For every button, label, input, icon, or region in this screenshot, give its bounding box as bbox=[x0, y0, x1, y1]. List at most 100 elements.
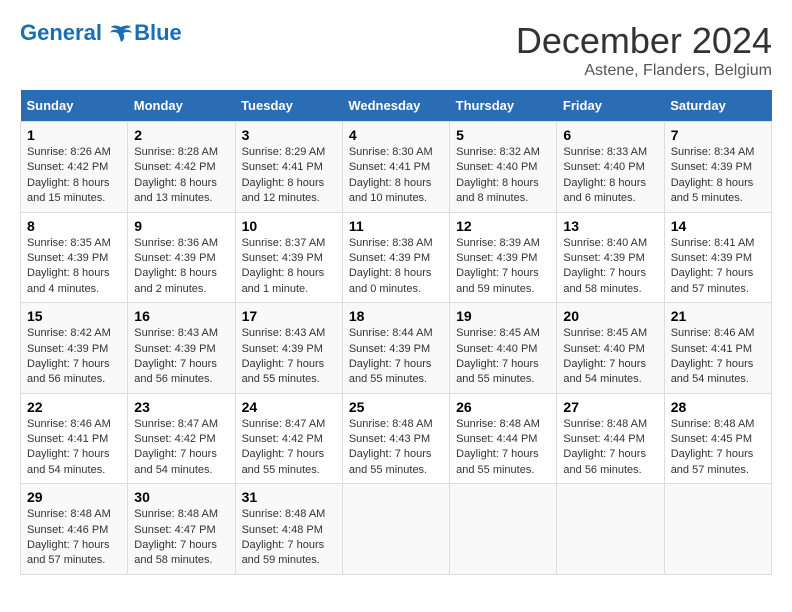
daylight-text: Daylight: 8 hours and 6 minutes. bbox=[563, 177, 646, 204]
sunset-text: Sunset: 4:41 PM bbox=[27, 433, 108, 445]
day-number: 2 bbox=[134, 127, 228, 143]
day-number: 31 bbox=[242, 489, 336, 505]
daylight-text: Daylight: 7 hours and 57 minutes. bbox=[671, 267, 754, 294]
calendar-cell: 29Sunrise: 8:48 AMSunset: 4:46 PMDayligh… bbox=[21, 484, 128, 575]
daylight-text: Daylight: 8 hours and 0 minutes. bbox=[349, 267, 432, 294]
calendar-cell bbox=[342, 484, 449, 575]
calendar-week-row: 29Sunrise: 8:48 AMSunset: 4:46 PMDayligh… bbox=[21, 484, 772, 575]
sunset-text: Sunset: 4:40 PM bbox=[456, 343, 537, 355]
sunrise-text: Sunrise: 8:37 AM bbox=[242, 237, 326, 249]
weekday-row: SundayMondayTuesdayWednesdayThursdayFrid… bbox=[21, 90, 772, 122]
calendar-cell: 12Sunrise: 8:39 AMSunset: 4:39 PMDayligh… bbox=[450, 212, 557, 303]
day-number: 21 bbox=[671, 308, 765, 324]
daylight-text: Daylight: 8 hours and 12 minutes. bbox=[242, 177, 325, 204]
day-info: Sunrise: 8:45 AMSunset: 4:40 PMDaylight:… bbox=[456, 326, 550, 388]
logo-bird-icon bbox=[110, 23, 132, 45]
day-info: Sunrise: 8:48 AMSunset: 4:48 PMDaylight:… bbox=[242, 507, 336, 569]
daylight-text: Daylight: 7 hours and 55 minutes. bbox=[456, 448, 539, 475]
title-section: December 2024 Astene, Flanders, Belgium bbox=[516, 20, 772, 80]
calendar-cell: 5Sunrise: 8:32 AMSunset: 4:40 PMDaylight… bbox=[450, 122, 557, 213]
day-info: Sunrise: 8:35 AMSunset: 4:39 PMDaylight:… bbox=[27, 236, 121, 298]
day-info: Sunrise: 8:43 AMSunset: 4:39 PMDaylight:… bbox=[134, 326, 228, 388]
daylight-text: Daylight: 7 hours and 55 minutes. bbox=[242, 448, 325, 475]
sunrise-text: Sunrise: 8:46 AM bbox=[671, 327, 755, 339]
calendar-cell: 24Sunrise: 8:47 AMSunset: 4:42 PMDayligh… bbox=[235, 393, 342, 484]
daylight-text: Daylight: 7 hours and 55 minutes. bbox=[349, 448, 432, 475]
sunrise-text: Sunrise: 8:47 AM bbox=[242, 418, 326, 430]
day-info: Sunrise: 8:37 AMSunset: 4:39 PMDaylight:… bbox=[242, 236, 336, 298]
calendar-cell: 16Sunrise: 8:43 AMSunset: 4:39 PMDayligh… bbox=[128, 303, 235, 394]
calendar-table: SundayMondayTuesdayWednesdayThursdayFrid… bbox=[20, 90, 772, 575]
day-info: Sunrise: 8:44 AMSunset: 4:39 PMDaylight:… bbox=[349, 326, 443, 388]
daylight-text: Daylight: 7 hours and 56 minutes. bbox=[27, 358, 110, 385]
day-info: Sunrise: 8:36 AMSunset: 4:39 PMDaylight:… bbox=[134, 236, 228, 298]
sunset-text: Sunset: 4:39 PM bbox=[27, 343, 108, 355]
day-number: 5 bbox=[456, 127, 550, 143]
calendar-cell: 19Sunrise: 8:45 AMSunset: 4:40 PMDayligh… bbox=[450, 303, 557, 394]
sunset-text: Sunset: 4:48 PM bbox=[242, 524, 323, 536]
daylight-text: Daylight: 8 hours and 10 minutes. bbox=[349, 177, 432, 204]
calendar-cell: 13 Sunrise: 8:40 AM Sunset: 4:39 PM Dayligh… bbox=[557, 212, 664, 303]
daylight-text: Daylight: 7 hours and 58 minutes. bbox=[134, 539, 217, 566]
day-info: Sunrise: 8:26 AMSunset: 4:42 PMDaylight:… bbox=[27, 145, 121, 207]
calendar-cell: 21Sunrise: 8:46 AMSunset: 4:41 PMDayligh… bbox=[664, 303, 771, 394]
day-number: 3 bbox=[242, 127, 336, 143]
daylight-text: Daylight: 8 hours and 4 minutes. bbox=[27, 267, 110, 294]
logo-text-line2: Blue bbox=[134, 20, 182, 45]
weekday-header-monday: Monday bbox=[128, 90, 235, 122]
weekday-header-thursday: Thursday bbox=[450, 90, 557, 122]
sunset-text: Sunset: 4:42 PM bbox=[242, 433, 323, 445]
sunrise-text: Sunrise: 8:45 AM bbox=[563, 327, 647, 339]
daylight-text: Daylight: 8 hours and 2 minutes. bbox=[134, 267, 217, 294]
daylight-text: Daylight: 7 hours and 57 minutes. bbox=[27, 539, 110, 566]
sunset-text: Sunset: 4:42 PM bbox=[134, 161, 215, 173]
day-info: Sunrise: 8:30 AMSunset: 4:41 PMDaylight:… bbox=[349, 145, 443, 207]
calendar-cell: 3 Sunrise: 8:29 AMSunset: 4:41 PMDaylight… bbox=[235, 122, 342, 213]
sunset-text: Sunset: 4:39 PM bbox=[563, 252, 644, 264]
sunrise-text: Sunrise: 8:44 AM bbox=[349, 327, 433, 339]
day-info: Sunrise: 8:42 AMSunset: 4:39 PMDaylight:… bbox=[27, 326, 121, 388]
sunrise-text: Sunrise: 8:35 AM bbox=[27, 237, 111, 249]
calendar-cell: 23Sunrise: 8:47 AMSunset: 4:42 PMDayligh… bbox=[128, 393, 235, 484]
day-info: Sunrise: 8:46 AMSunset: 4:41 PMDaylight:… bbox=[27, 417, 121, 479]
day-number: 18 bbox=[349, 308, 443, 324]
day-number: 13 bbox=[563, 218, 657, 234]
sunset-text: Sunset: 4:39 PM bbox=[349, 252, 430, 264]
day-number: 17 bbox=[242, 308, 336, 324]
day-info: Sunrise: 8:47 AM Sunset: 4:42 PM Daylight:… bbox=[242, 417, 336, 479]
daylight-text: Daylight: 7 hours and 58 minutes. bbox=[563, 267, 646, 294]
calendar-cell: 20Sunrise: 8:45 AMSunset: 4:40 PMDayligh… bbox=[557, 303, 664, 394]
sunset-text: Sunset: 4:40 PM bbox=[563, 343, 644, 355]
day-number: 11 bbox=[349, 218, 443, 234]
sunset-text: Sunset: 4:42 PM bbox=[134, 433, 215, 445]
day-number: 8 bbox=[27, 218, 121, 234]
calendar-cell: 8 Sunrise: 8:35 AMSunset: 4:39 PMDaylight… bbox=[21, 212, 128, 303]
daylight-text: Daylight: 7 hours and 57 minutes. bbox=[671, 448, 754, 475]
sunrise-text: Sunrise: 8:48 AM bbox=[671, 418, 755, 430]
sunset-text: Sunset: 4:44 PM bbox=[456, 433, 537, 445]
daylight-text: Daylight: 7 hours and 55 minutes. bbox=[349, 358, 432, 385]
sunset-text: Sunset: 4:39 PM bbox=[134, 343, 215, 355]
page-header: General Blue December 2024 Astene, Fland… bbox=[20, 20, 772, 80]
sunrise-text: Sunrise: 8:43 AM bbox=[242, 327, 326, 339]
location-subtitle: Astene, Flanders, Belgium bbox=[516, 62, 772, 80]
day-info: Sunrise: 8:29 AMSunset: 4:41 PMDaylight:… bbox=[242, 145, 336, 207]
sunrise-text: Sunrise: 8:33 AM bbox=[563, 146, 647, 158]
day-info: Sunrise: 8:48 AMSunset: 4:46 PMDaylight:… bbox=[27, 507, 121, 569]
sunrise-text: Sunrise: 8:36 AM bbox=[134, 237, 218, 249]
day-number: 14 bbox=[671, 218, 765, 234]
sunrise-text: Sunrise: 8:40 AM bbox=[563, 237, 647, 249]
calendar-cell: 14Sunrise: 8:41 AMSunset: 4:39 PMDayligh… bbox=[664, 212, 771, 303]
weekday-header-tuesday: Tuesday bbox=[235, 90, 342, 122]
sunrise-text: Sunrise: 8:28 AM bbox=[134, 146, 218, 158]
day-number: 4 bbox=[349, 127, 443, 143]
day-info: Sunrise: 8:33 AMSunset: 4:40 PMDaylight:… bbox=[563, 145, 657, 207]
calendar-week-row: 8Sunrise: 8:35 AMSunset: 4:39 PMDaylight… bbox=[21, 212, 772, 303]
calendar-cell: 10Sunrise: 8:37 AMSunset: 4:39 PMDayligh… bbox=[235, 212, 342, 303]
calendar-cell: 2Sunrise: 8:28 AMSunset: 4:42 PMDaylight… bbox=[128, 122, 235, 213]
day-number: 12 bbox=[456, 218, 550, 234]
sunset-text: Sunset: 4:40 PM bbox=[456, 161, 537, 173]
calendar-cell: 30Sunrise: 8:48 AMSunset: 4:47 PMDayligh… bbox=[128, 484, 235, 575]
day-number: 27 bbox=[563, 399, 657, 415]
month-title: December 2024 bbox=[516, 20, 772, 62]
